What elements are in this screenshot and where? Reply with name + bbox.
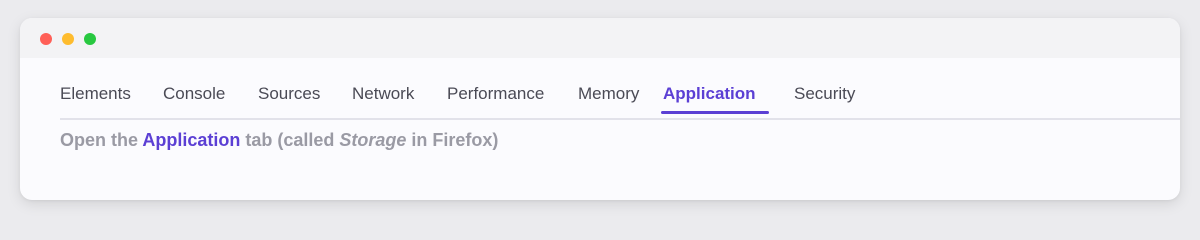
minimize-window-button[interactable] xyxy=(62,33,74,45)
tab-console[interactable]: Console xyxy=(163,84,225,104)
title-bar xyxy=(20,18,1180,58)
tab-elements[interactable]: Elements xyxy=(60,84,131,104)
active-tab-indicator xyxy=(661,111,769,114)
instruction-part-1: Open the xyxy=(60,130,143,150)
instruction-highlight: Application xyxy=(142,130,241,150)
tab-network[interactable]: Network xyxy=(352,84,414,104)
instruction-italic: Storage xyxy=(339,130,407,150)
devtools-tab-bar: Elements Console Sources Network Perform… xyxy=(60,76,1180,120)
tab-memory[interactable]: Memory xyxy=(578,84,639,104)
browser-window: Elements Console Sources Network Perform… xyxy=(20,18,1180,200)
instruction-part-2: tab (called xyxy=(240,130,340,150)
tab-security[interactable]: Security xyxy=(794,84,855,104)
instruction-text: Open the Application tab (called Storage… xyxy=(60,130,498,151)
tab-performance[interactable]: Performance xyxy=(447,84,544,104)
tab-application[interactable]: Application xyxy=(663,84,756,104)
tab-sources[interactable]: Sources xyxy=(258,84,320,104)
instruction-part-3: in Firefox) xyxy=(406,130,499,150)
close-window-button[interactable] xyxy=(40,33,52,45)
zoom-window-button[interactable] xyxy=(84,33,96,45)
